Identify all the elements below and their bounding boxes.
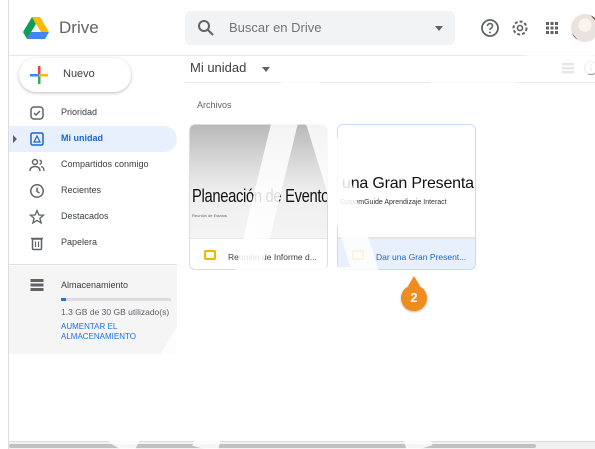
new-button-label: Nuevo — [63, 68, 95, 80]
storage-progress — [61, 298, 171, 301]
file-card-footer: Reunión de Informe d... — [190, 238, 327, 269]
star-icon — [29, 209, 45, 225]
apps-grid-icon[interactable] — [541, 17, 563, 39]
horizontal-scrollbar[interactable] — [9, 441, 595, 449]
breadcrumb[interactable]: Mi unidad — [190, 60, 246, 75]
avatar[interactable] — [571, 14, 595, 42]
file-name: Reunión de Informe d... — [228, 252, 317, 262]
settings-icon[interactable] — [509, 17, 531, 39]
file-thumbnail: una Gran Presenta CustomGuide Aprendizaj… — [338, 125, 475, 238]
people-icon — [29, 158, 45, 172]
trash-icon — [31, 237, 43, 251]
plus-icon — [30, 66, 48, 84]
sidebar-item-label: Destacados — [61, 211, 109, 221]
slides-icon — [352, 250, 364, 260]
sidebar-divider — [9, 264, 177, 265]
list-view-icon[interactable] — [561, 61, 575, 75]
sidebar-item-priority[interactable]: Prioridad — [9, 100, 177, 126]
step-badge: 2 — [401, 285, 427, 311]
sidebar-item-starred[interactable]: Destacados — [9, 204, 177, 230]
help-icon[interactable] — [479, 17, 501, 39]
thumbnail-subtitle: CustomGuide Aprendizaje Interact — [340, 199, 447, 206]
section-label: Archivos — [197, 100, 232, 110]
sidebar-item-recent[interactable]: Recientes — [9, 178, 177, 204]
file-card[interactable]: Planeación de Evento Reunión de Estatus … — [189, 124, 328, 270]
top-bar: Drive — [9, 0, 595, 56]
search-box[interactable] — [185, 11, 455, 45]
file-card-footer: Dar una Gran Present... — [338, 238, 475, 269]
thumbnail-title: una Gran Presenta — [342, 175, 474, 192]
sidebar-item-label: Prioridad — [61, 107, 98, 117]
drive-logo-icon[interactable] — [23, 17, 49, 39]
storage-progress-fill — [61, 298, 66, 301]
new-button[interactable]: Nuevo — [19, 58, 131, 92]
storage-label: Almacenamiento — [61, 280, 129, 290]
expand-arrow-icon[interactable] — [13, 135, 17, 143]
scrollbar-thumb[interactable] — [9, 444, 536, 448]
search-input[interactable] — [229, 20, 419, 35]
file-name: Dar una Gran Present... — [376, 252, 467, 262]
thumbnail-subtitle: Reunión de Estatus — [192, 213, 227, 218]
sidebar-item-label: Recientes — [61, 185, 102, 195]
storage-icon — [30, 279, 44, 291]
info-icon[interactable] — [583, 60, 595, 76]
drive-icon — [30, 132, 44, 146]
thumbnail-title: Planeación de Evento — [192, 186, 327, 206]
storage-used-text: 1.3 GB de 30 GB utilizado(s) — [61, 307, 170, 317]
chevron-down-icon[interactable] — [262, 67, 270, 72]
sidebar-item-label: Papelera — [61, 237, 98, 247]
upgrade-storage-link[interactable]: AUMENTAR EL ALMACENAMIENTO — [61, 322, 171, 342]
app-name[interactable]: Drive — [59, 18, 99, 38]
sidebar-item-trash[interactable]: Papelera — [9, 230, 177, 256]
search-icon[interactable] — [197, 19, 215, 37]
clock-icon — [30, 184, 44, 198]
sidebar-nav: Prioridad Mi unidad Compartidos conmigo — [9, 100, 177, 256]
check-circle-icon — [30, 106, 44, 120]
search-options-icon[interactable] — [435, 26, 443, 31]
sidebar-item-label: Mi unidad — [61, 133, 103, 143]
file-thumbnail: Planeación de Evento Reunión de Estatus — [190, 125, 327, 238]
slides-icon — [204, 250, 216, 260]
sidebar-item-shared[interactable]: Compartidos conmigo — [9, 152, 177, 178]
sidebar-item-my-drive[interactable]: Mi unidad — [9, 126, 177, 152]
main-divider — [185, 82, 595, 83]
drive-window: Drive Buscar en Drive Nuevo Prioridad Mi… — [8, 0, 595, 449]
storage-panel: Almacenamiento 1.3 GB de 30 GB utilizado… — [9, 266, 177, 354]
file-card-selected[interactable]: una Gran Presenta CustomGuide Aprendizaj… — [337, 124, 476, 270]
sidebar-item-label: Compartidos conmigo — [61, 159, 149, 169]
